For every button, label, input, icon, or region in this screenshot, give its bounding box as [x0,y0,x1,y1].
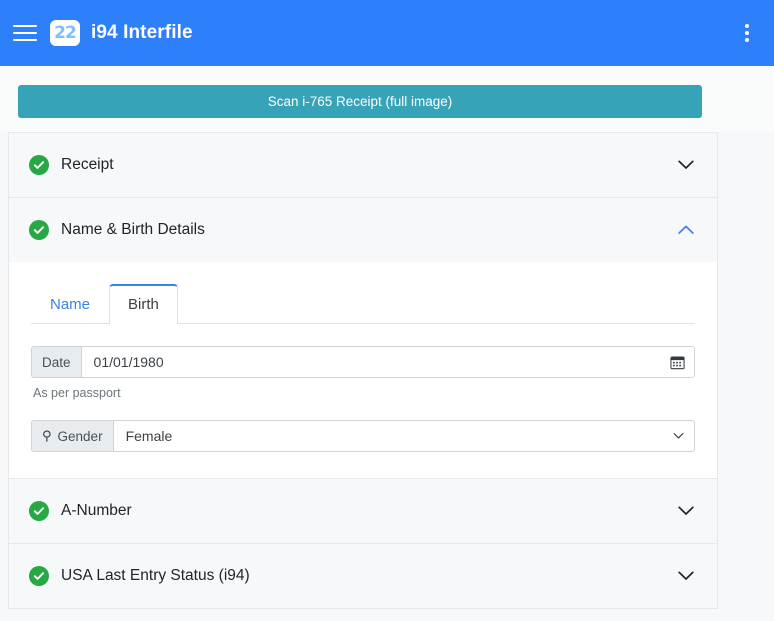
gender-select[interactable]: Female [113,421,694,451]
hamburger-bar [13,32,37,34]
scan-receipt-button[interactable]: Scan i-765 Receipt (full image) [18,85,702,118]
app-logo-text: 22 [54,22,77,43]
check-circle-icon [29,220,49,240]
scan-button-container: Scan i-765 Receipt (full image) [0,66,774,132]
section-title: USA Last Entry Status (i94) [61,567,250,584]
section-title: Name & Birth Details [61,221,205,238]
tab-name[interactable]: Name [31,284,109,324]
app-logo: 22 [50,20,80,46]
section-usa-last-entry-status-header[interactable]: USA Last Entry Status (i94) [9,544,717,608]
chevron-down-icon[interactable] [677,502,695,520]
calendar-icon[interactable] [660,347,694,377]
app-title: i94 Interfile [91,22,193,43]
gender-field-block: ⚲ Gender Female [31,420,695,452]
check-circle-icon [29,501,49,521]
section-title: A-Number [61,502,132,519]
gender-input-group: ⚲ Gender Female [31,420,695,452]
chevron-down-icon[interactable] [677,156,695,174]
kebab-menu-icon[interactable] [736,20,758,46]
gender-label: Gender [57,428,103,444]
section-usa-last-entry-status: USA Last Entry Status (i94) [9,544,717,609]
section-a-number: A-Number [9,479,717,544]
birth-date-input-group: Date [31,346,695,378]
chevron-up-icon[interactable] [677,221,695,239]
hamburger-bar [13,25,37,27]
kebab-dot [745,24,749,28]
hamburger-icon[interactable] [10,18,40,48]
section-title: Receipt [61,156,114,173]
form-sections-card: Receipt Name & Birth Details Name Birth … [8,132,718,609]
check-circle-icon [29,155,49,175]
section-name-birth-details: Name & Birth Details Name Birth Date 01/… [9,198,717,479]
birth-date-label: Date [32,347,82,377]
section-receipt: Receipt [9,133,717,198]
venus-mars-icon: ⚲ [42,428,52,444]
kebab-dot [745,38,749,42]
check-circle-icon [29,566,49,586]
gender-select-wrap: Female [113,421,694,451]
section-name-birth-details-body: Name Birth Date 01/01/1980 As per passpo… [9,262,717,478]
gender-label-wrap: ⚲ Gender [32,421,114,451]
tab-birth[interactable]: Birth [109,284,178,324]
page-body: Scan i-765 Receipt (full image) Receipt … [0,66,774,621]
app-header: 22 i94 Interfile [0,0,774,66]
section-receipt-header[interactable]: Receipt [9,133,717,197]
birth-date-helper-text: As per passport [33,386,121,400]
section-name-birth-details-header[interactable]: Name & Birth Details [9,198,717,262]
name-birth-tabs: Name Birth [31,284,695,324]
hamburger-bar [13,39,37,41]
chevron-down-icon[interactable] [677,567,695,585]
kebab-dot [745,31,749,35]
birth-date-field-block: Date 01/01/1980 As per passport [31,346,695,400]
birth-date-input[interactable] [81,347,660,377]
section-a-number-header[interactable]: A-Number [9,479,717,543]
